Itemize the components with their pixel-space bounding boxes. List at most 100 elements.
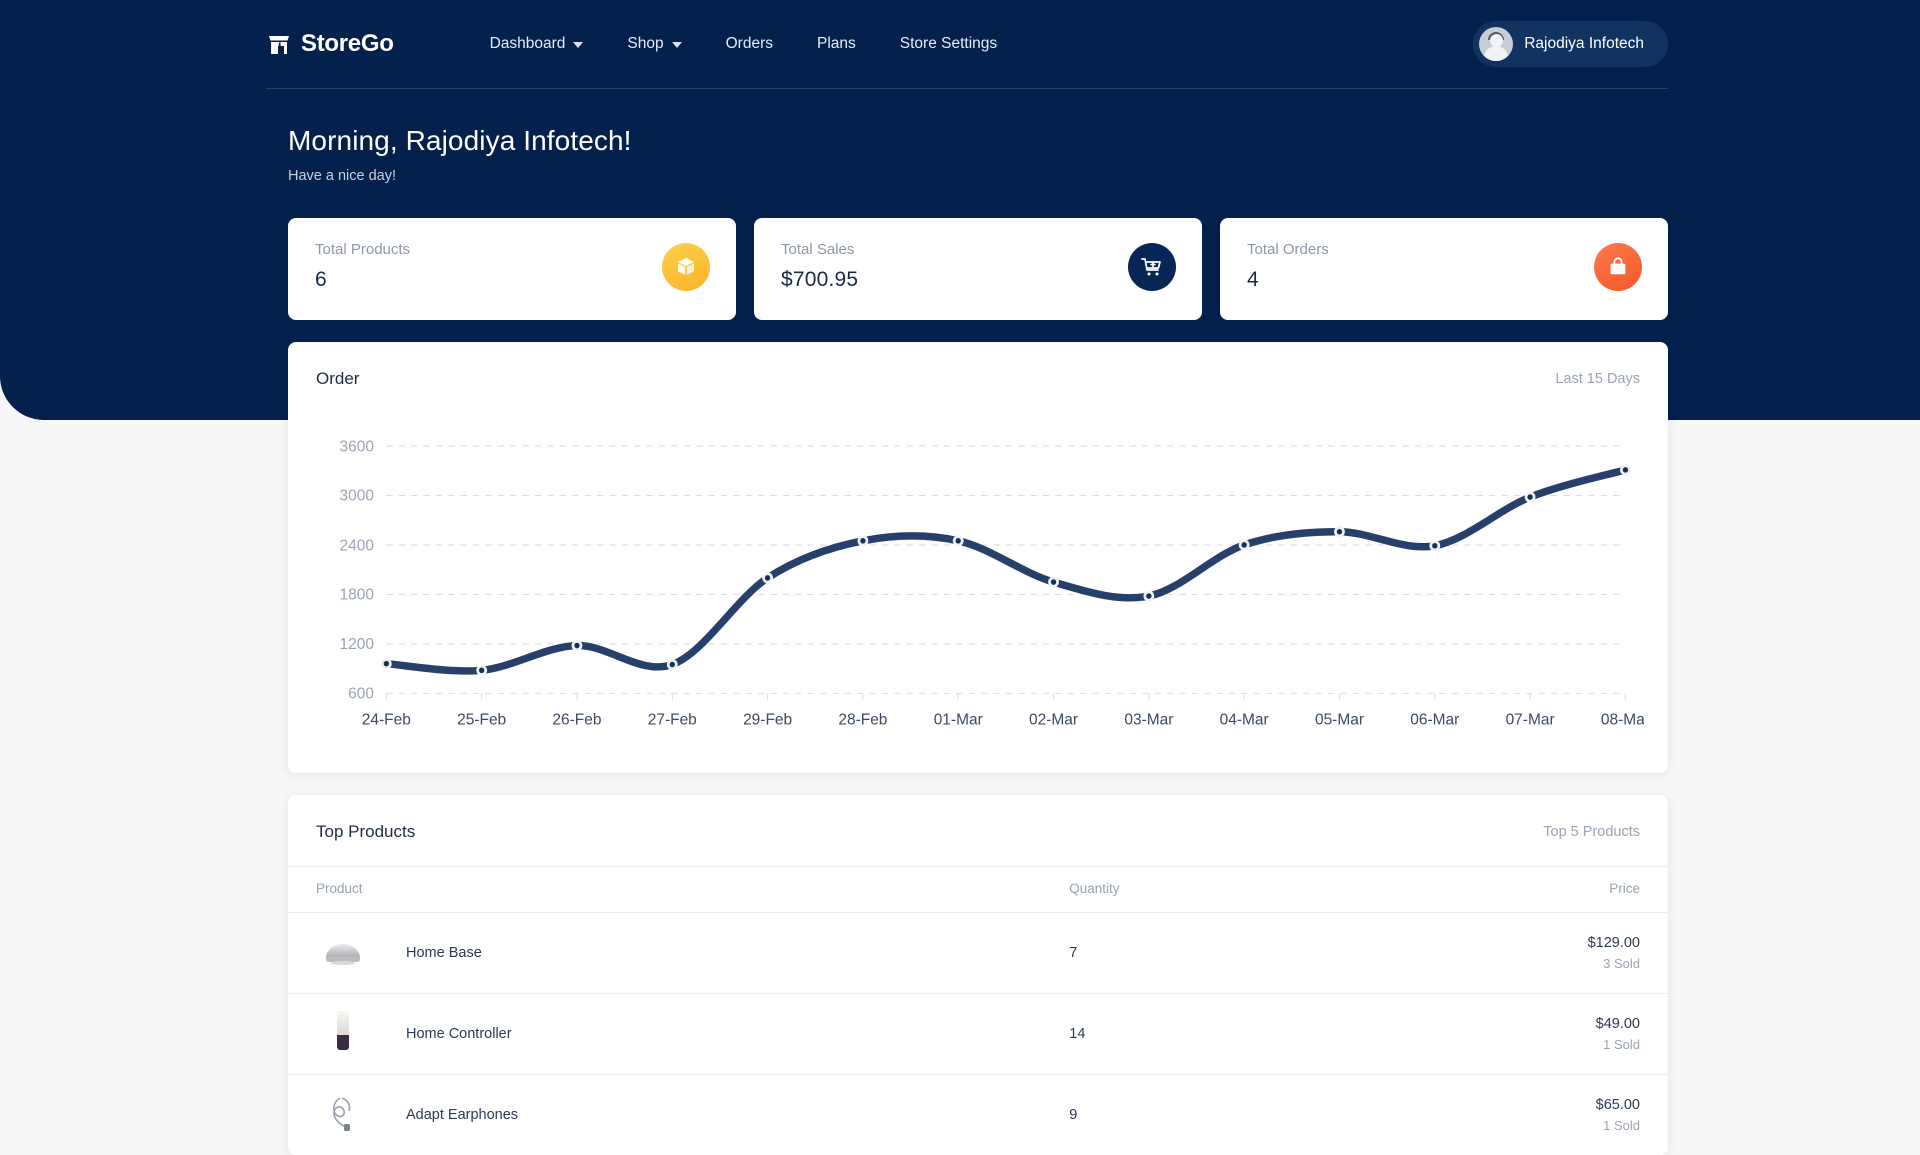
top-products-panel: Top Products Top 5 Products Product Quan… bbox=[288, 795, 1668, 1155]
x-axis-tick-label: 02-Mar bbox=[1029, 711, 1078, 728]
product-price-cell: $129.00 3 Sold bbox=[1352, 913, 1669, 994]
data-point[interactable] bbox=[1527, 494, 1532, 500]
stat-value: $700.95 bbox=[781, 268, 858, 292]
column-header-price: Price bbox=[1352, 867, 1669, 913]
data-point[interactable] bbox=[670, 662, 675, 668]
shopping-bag-icon bbox=[1594, 243, 1642, 291]
x-axis-tick-label: 03-Mar bbox=[1124, 711, 1173, 728]
adapt-earphones-thumb bbox=[316, 1092, 370, 1138]
table-body: Home Base7$129.003 SoldHome Controller14… bbox=[288, 913, 1668, 1155]
y-axis-tick-label: 3600 bbox=[340, 438, 375, 455]
home-controller-thumb bbox=[316, 1011, 370, 1057]
chart-series-line bbox=[386, 470, 1625, 671]
data-point[interactable] bbox=[384, 661, 389, 667]
x-axis-tick-label: 24-Feb bbox=[362, 711, 411, 728]
y-axis-tick-label: 1200 bbox=[340, 636, 375, 653]
product-sold-count: 1 Sold bbox=[1380, 1118, 1641, 1133]
column-header-product: Product bbox=[288, 867, 1041, 913]
y-axis-tick-label: 1800 bbox=[340, 587, 375, 604]
nav-item-shop[interactable]: Shop bbox=[605, 25, 703, 63]
top-navigation-bar: StoreGo Dashboard Shop Orders Plans Stor… bbox=[0, 0, 1920, 88]
product-cell: Home Base bbox=[288, 913, 1041, 994]
product-name: Adapt Earphones bbox=[406, 1107, 518, 1123]
stat-label: Total Products bbox=[315, 241, 410, 258]
x-axis-tick-label: 01-Mar bbox=[934, 711, 983, 728]
x-axis-tick-label: 29-Feb bbox=[743, 711, 792, 728]
shopping-cart-icon bbox=[1128, 243, 1176, 291]
x-axis-tick-label: 05-Mar bbox=[1315, 711, 1364, 728]
top-products-action[interactable]: Top 5 Products bbox=[1543, 824, 1640, 840]
data-point[interactable] bbox=[956, 538, 961, 544]
greeting-subtitle: Have a nice day! bbox=[288, 168, 1920, 184]
data-point[interactable] bbox=[1051, 579, 1056, 585]
chevron-down-icon bbox=[573, 42, 583, 48]
profile-name: Rajodiya Infotech bbox=[1524, 35, 1644, 53]
x-axis-tick-label: 07-Mar bbox=[1506, 711, 1555, 728]
top-products-table: Product Quantity Price Home Base7$129.00… bbox=[288, 866, 1668, 1155]
storefront-icon bbox=[266, 31, 292, 57]
nav-item-plans[interactable]: Plans bbox=[795, 25, 878, 63]
product-cell: Home Controller bbox=[288, 994, 1041, 1075]
stat-label: Total Orders bbox=[1247, 241, 1329, 258]
stat-card-total-sales[interactable]: Total Sales $700.95 bbox=[754, 218, 1202, 320]
order-panel-header: Order Last 15 Days bbox=[288, 342, 1668, 413]
stat-value: 6 bbox=[315, 268, 410, 292]
nav-label: Dashboard bbox=[490, 35, 566, 53]
top-products-title: Top Products bbox=[316, 822, 415, 842]
product-price: $129.00 bbox=[1380, 935, 1641, 951]
order-chart: 6001200180024003000360024-Feb25-Feb26-Fe… bbox=[288, 413, 1668, 773]
table-header-row: Product Quantity Price bbox=[288, 867, 1668, 913]
x-axis-tick-label: 25-Feb bbox=[457, 711, 506, 728]
nav-label: Orders bbox=[726, 35, 773, 53]
user-avatar-icon bbox=[1479, 27, 1513, 61]
data-point[interactable] bbox=[1623, 467, 1628, 473]
table-row[interactable]: Home Base7 $129.00 3 Sold bbox=[288, 913, 1668, 994]
order-range-label[interactable]: Last 15 Days bbox=[1555, 371, 1640, 387]
table-row[interactable]: Adapt Earphones9$65.001 Sold bbox=[288, 1075, 1668, 1155]
stat-card-total-products[interactable]: Total Products 6 bbox=[288, 218, 736, 320]
table-header: Product Quantity Price bbox=[288, 867, 1668, 913]
data-point[interactable] bbox=[860, 538, 865, 544]
product-sold-count: 1 Sold bbox=[1380, 1037, 1641, 1052]
nav-label: Plans bbox=[817, 35, 856, 53]
nav-label: Shop bbox=[627, 35, 663, 53]
x-axis-tick-label: 26-Feb bbox=[552, 711, 601, 728]
brand-name: StoreGo bbox=[301, 30, 394, 58]
stat-card-total-orders[interactable]: Total Orders 4 bbox=[1220, 218, 1668, 320]
data-point[interactable] bbox=[1337, 529, 1342, 535]
x-axis-tick-label: 06-Mar bbox=[1410, 711, 1459, 728]
data-point[interactable] bbox=[574, 643, 579, 649]
greeting-block: Morning, Rajodiya Infotech! Have a nice … bbox=[0, 89, 1920, 184]
table-row[interactable]: Home Controller14$49.001 Sold bbox=[288, 994, 1668, 1075]
top-products-header: Top Products Top 5 Products bbox=[288, 795, 1668, 866]
product-cell: Adapt Earphones bbox=[288, 1075, 1041, 1155]
product-sold-count: 3 Sold bbox=[1380, 956, 1641, 971]
x-axis-tick-label: 08-Mar bbox=[1601, 711, 1644, 728]
x-axis-tick-label: 27-Feb bbox=[648, 711, 697, 728]
data-point[interactable] bbox=[765, 575, 770, 581]
stat-text-group: Total Products 6 bbox=[315, 241, 410, 292]
stat-value: 4 bbox=[1247, 268, 1329, 292]
profile-menu[interactable]: Rajodiya Infotech bbox=[1473, 21, 1668, 67]
page-title: Morning, Rajodiya Infotech! bbox=[288, 125, 1920, 157]
stat-cards-row: Total Products 6 Total Sales $700.95 bbox=[0, 184, 1920, 320]
product-quantity: 7 bbox=[1041, 913, 1351, 994]
data-point[interactable] bbox=[1241, 542, 1246, 548]
order-line-chart-svg: 6001200180024003000360024-Feb25-Feb26-Fe… bbox=[312, 431, 1644, 751]
y-axis-tick-label: 600 bbox=[348, 686, 374, 703]
data-point[interactable] bbox=[479, 668, 484, 674]
brand-logo[interactable]: StoreGo bbox=[266, 30, 394, 58]
nav-item-dashboard[interactable]: Dashboard bbox=[468, 25, 606, 63]
x-axis-tick-label: 04-Mar bbox=[1220, 711, 1269, 728]
data-point[interactable] bbox=[1146, 593, 1151, 599]
data-point[interactable] bbox=[1432, 543, 1437, 549]
nav-label: Store Settings bbox=[900, 35, 997, 53]
nav-item-store-settings[interactable]: Store Settings bbox=[878, 25, 1019, 63]
stat-text-group: Total Orders 4 bbox=[1247, 241, 1329, 292]
chevron-down-icon bbox=[672, 42, 682, 48]
nav-item-orders[interactable]: Orders bbox=[704, 25, 795, 63]
product-price: $49.00 bbox=[1380, 1016, 1641, 1032]
product-price-cell: $49.00 1 Sold bbox=[1352, 994, 1669, 1075]
product-price-cell: $65.001 Sold bbox=[1352, 1075, 1669, 1155]
order-panel-title: Order bbox=[316, 369, 359, 389]
